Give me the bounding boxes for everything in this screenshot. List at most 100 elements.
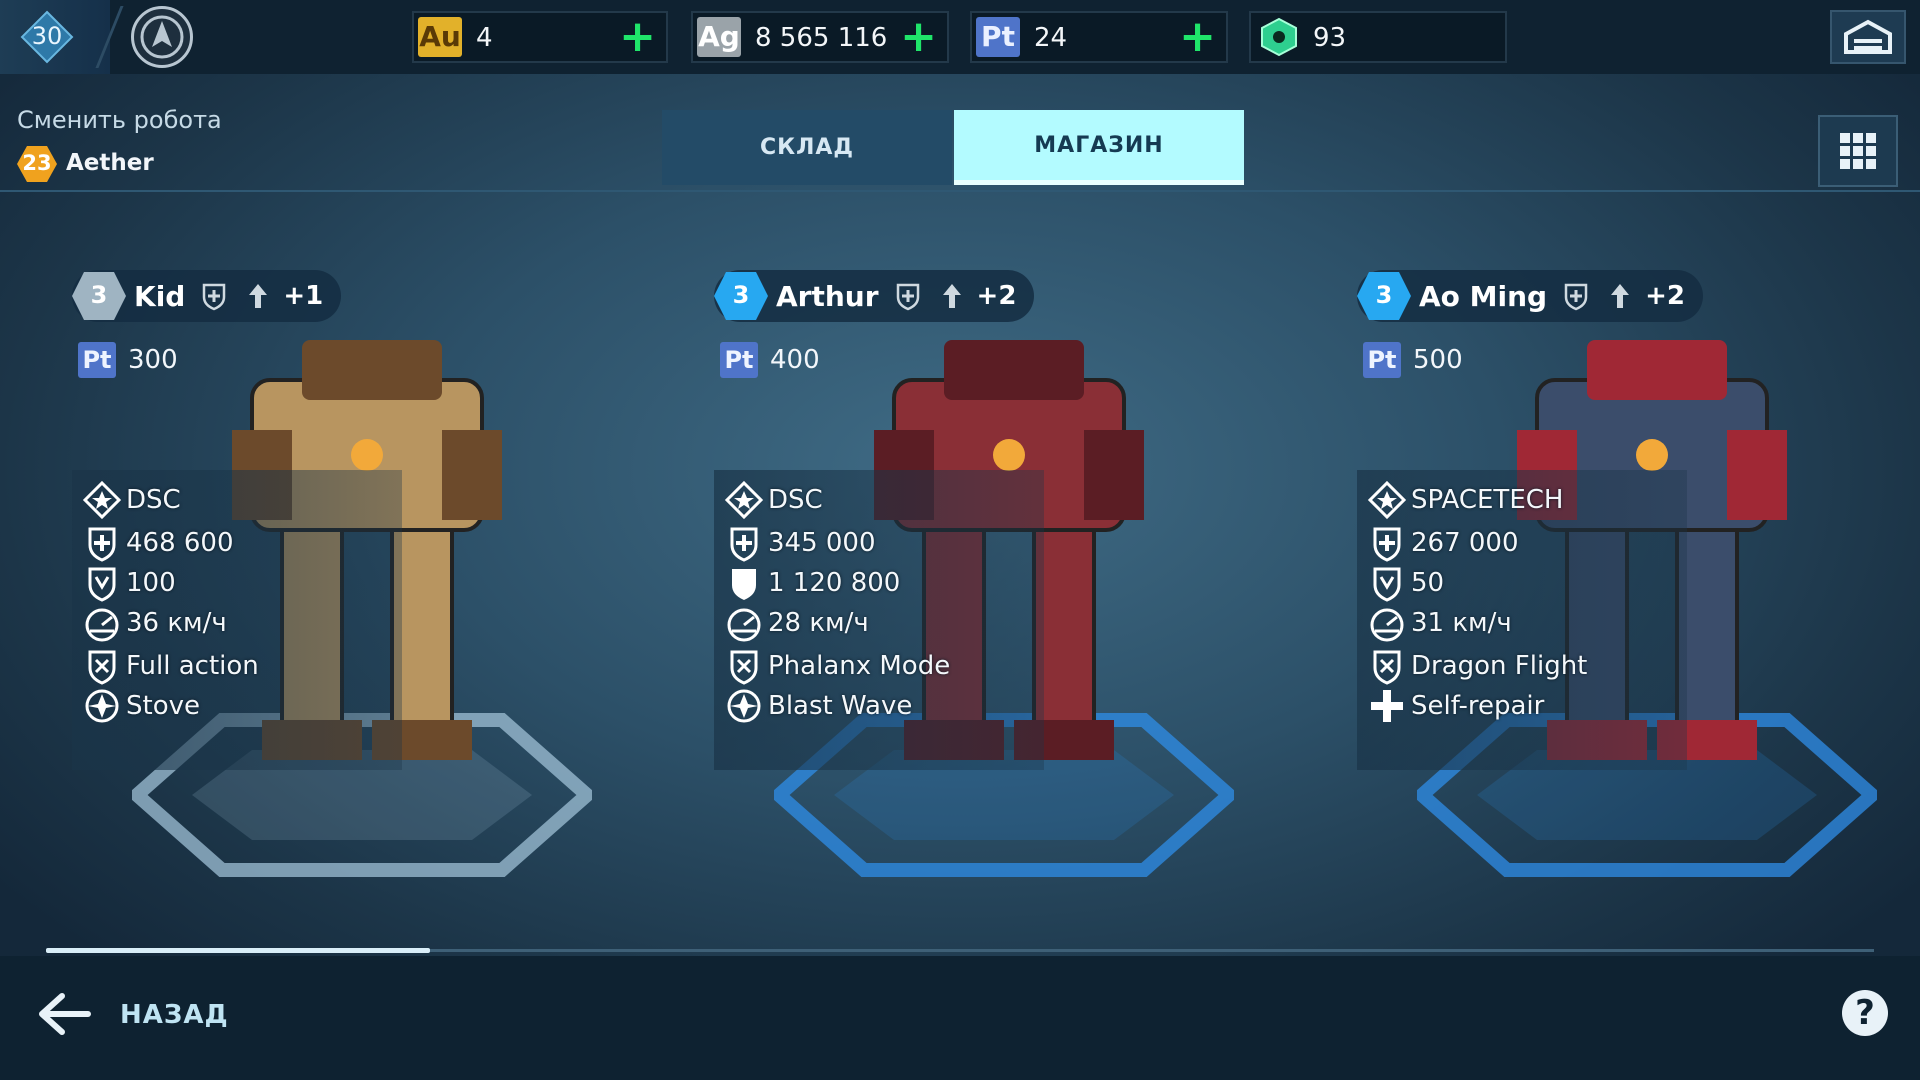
stat-row: 267 000 — [1367, 523, 1519, 563]
faction-icon — [82, 480, 122, 520]
emblem-icon — [140, 15, 184, 59]
bottom-bar — [0, 956, 1920, 1080]
perk-upgrade-icon — [942, 284, 961, 308]
hexagon-key-icon — [1261, 17, 1297, 57]
robot-price[interactable]: Pt 300 — [78, 342, 178, 378]
perk-extra-count: +2 — [976, 281, 1017, 311]
stat-row: Phalanx Mode — [724, 646, 950, 686]
silver-icon: Ag — [697, 17, 741, 57]
change-robot-label[interactable]: Сменить робота — [17, 106, 222, 134]
player-level-panel[interactable]: 30 — [0, 0, 110, 74]
perk-upgrade-icon — [249, 284, 268, 308]
grid-icon — [1840, 133, 1876, 169]
stat-row: 100 — [82, 563, 176, 603]
top-bar: 30 Au 4 + Ag 8 565 116 + Pt 24 + 93 — [0, 0, 1920, 74]
back-arrow-icon — [39, 993, 91, 1035]
health-icon — [730, 527, 758, 562]
ability-icon — [88, 650, 116, 685]
perk-shield-icon — [1564, 283, 1588, 311]
stat-value: SPACETECH — [1411, 485, 1564, 515]
tab-shop[interactable]: МАГАЗИН — [954, 110, 1244, 185]
robot-level: 3 — [732, 281, 750, 309]
stat-value: DSC — [126, 485, 181, 515]
back-label: НАЗАД — [120, 1000, 229, 1030]
scroll-thumb[interactable] — [46, 948, 430, 953]
help-button[interactable]: ? — [1842, 990, 1888, 1036]
stat-row: DSC — [82, 480, 181, 520]
perk-shield-icon — [203, 283, 226, 311]
stat-value: 100 — [126, 568, 176, 598]
hangar-icon — [1844, 19, 1892, 54]
stat-value: Full action — [126, 651, 259, 681]
resource-platinum[interactable]: Pt 24 + — [970, 11, 1228, 63]
stat-value: 31 км/ч — [1411, 608, 1512, 638]
shield-icon — [732, 569, 756, 600]
add-gold-button[interactable]: + — [619, 15, 656, 59]
robot-price[interactable]: Pt 500 — [1363, 342, 1463, 378]
resource-key[interactable]: 93 — [1249, 11, 1507, 63]
stat-row: 36 км/ч — [82, 603, 227, 643]
health-icon — [88, 527, 116, 562]
stat-value: 1 120 800 — [768, 568, 901, 598]
stat-row: SPACETECH — [1367, 480, 1563, 520]
perk-upgrade-icon — [1611, 284, 1630, 308]
back-button[interactable]: НАЗАД — [36, 982, 236, 1044]
stat-value: Phalanx Mode — [768, 651, 951, 681]
add-platinum-button[interactable]: + — [1179, 15, 1216, 59]
resource-gold[interactable]: Au 4 + — [412, 11, 668, 63]
robot-name-pill: 3 Arthur +2 — [714, 270, 1035, 322]
stat-row: Dragon Flight — [1367, 646, 1587, 686]
repair-icon — [1371, 690, 1403, 722]
price-value: 300 — [128, 345, 178, 375]
clan-emblem-icon[interactable] — [131, 6, 193, 68]
health-icon — [1373, 527, 1401, 562]
resource-silver[interactable]: Ag 8 565 116 + — [691, 11, 949, 63]
faction-icon — [724, 480, 764, 520]
stat-value: 50 — [1411, 568, 1445, 598]
armor-icon — [1373, 567, 1401, 602]
platinum-icon: Pt — [976, 17, 1020, 57]
add-silver-button[interactable]: + — [900, 15, 937, 59]
perk-shield-icon — [896, 283, 919, 311]
tab-storage[interactable]: СКЛАД — [662, 110, 952, 185]
stat-row: Full action — [82, 646, 259, 686]
stat-value: 36 км/ч — [126, 608, 227, 638]
platinum-icon: Pt — [78, 342, 116, 378]
platinum-value: 24 — [1034, 23, 1068, 53]
current-robot-name[interactable]: Aether — [66, 150, 154, 176]
robot-stats-panel: SPACETECH 267 000 50 31 км/ч Dragon Flig… — [1357, 470, 1687, 770]
stat-row: Self-repair — [1367, 686, 1544, 726]
price-value: 500 — [1413, 345, 1463, 375]
robot-name: Ao Ming — [1419, 279, 1548, 313]
ability2-icon — [85, 689, 119, 723]
ability-icon — [1373, 650, 1401, 685]
stat-row: 28 км/ч — [724, 603, 869, 643]
current-robot-level: 23 — [22, 151, 52, 175]
hangar-button[interactable] — [1830, 10, 1906, 64]
gold-value: 4 — [476, 23, 493, 53]
stat-row: 1 120 800 — [724, 563, 900, 603]
silver-value: 8 565 116 — [755, 23, 888, 53]
stat-value: 267 000 — [1411, 528, 1519, 558]
stat-value: Stove — [126, 691, 200, 721]
faction-icon — [1367, 480, 1407, 520]
key-value: 93 — [1313, 23, 1347, 53]
speed-icon — [85, 608, 119, 642]
robot-price[interactable]: Pt 400 — [720, 342, 820, 378]
stat-row: 345 000 — [724, 523, 876, 563]
platinum-icon: Pt — [720, 342, 758, 378]
armor-icon — [88, 567, 116, 602]
stat-value: Blast Wave — [768, 691, 913, 721]
gold-icon: Au — [418, 17, 462, 57]
speed-icon — [1370, 608, 1404, 642]
robot-level: 3 — [1375, 281, 1393, 309]
stat-value: DSC — [768, 485, 823, 515]
speed-icon — [727, 608, 761, 642]
price-value: 400 — [770, 345, 820, 375]
robot-name: Kid — [134, 279, 186, 313]
robot-name: Arthur — [776, 279, 879, 313]
stat-row: 31 км/ч — [1367, 603, 1512, 643]
stat-row: Blast Wave — [724, 686, 912, 726]
grid-view-button[interactable] — [1818, 115, 1898, 187]
ability2-icon — [727, 689, 761, 723]
